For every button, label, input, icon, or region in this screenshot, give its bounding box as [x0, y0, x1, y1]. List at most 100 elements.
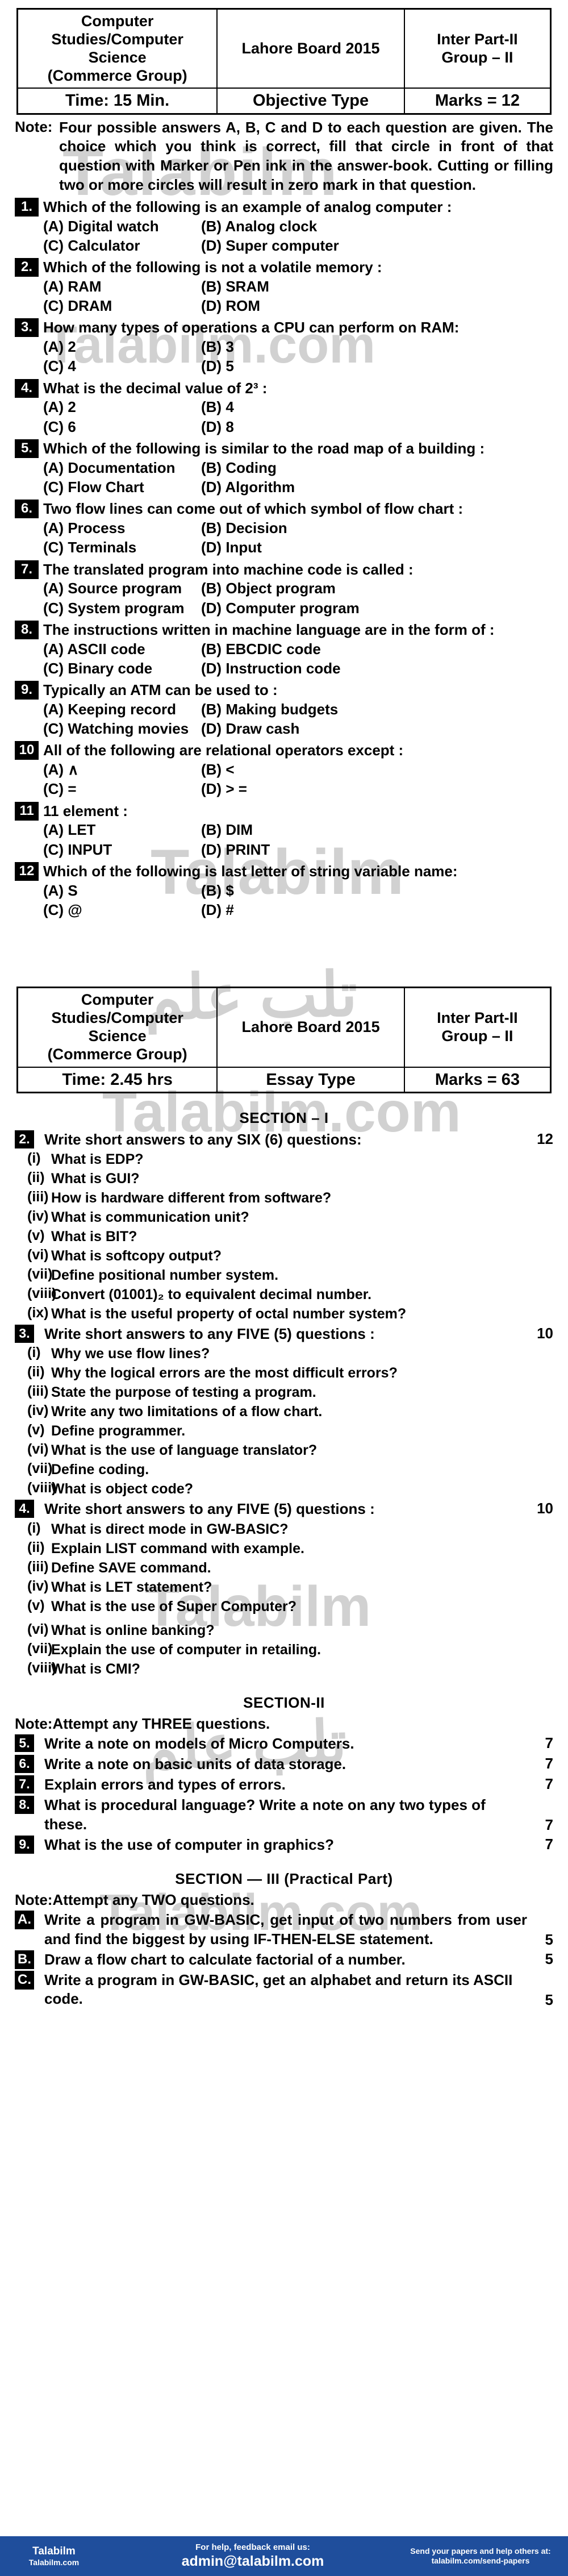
question-number: 2. — [15, 258, 39, 277]
mcq-item: 6. Two flow lines can come out of which … — [15, 500, 553, 557]
option-d[interactable]: (D) Computer program — [201, 599, 553, 618]
option-b[interactable]: (B) EBCDIC code — [201, 640, 553, 659]
option-c[interactable]: (C) Binary code — [43, 659, 201, 678]
option-a[interactable]: (A) LET — [43, 821, 201, 839]
option-b[interactable]: (B) 4 — [201, 398, 553, 417]
section-3-note: Note: Attempt any TWO questions. — [15, 1891, 553, 1909]
question-text: Write a program in GW-BASIC, get an alph… — [44, 1971, 513, 2008]
sub-text: What is GUI? — [51, 1171, 140, 1187]
sub-question: (vii) Define coding. — [15, 1460, 553, 1479]
option-a[interactable]: (A) Digital watch — [43, 217, 201, 236]
section-1-heading: SECTION – I — [239, 1109, 329, 1126]
option-a[interactable]: (A) Source program — [43, 579, 201, 598]
question-marks: 10 — [537, 1500, 553, 1517]
sub-roman: (iv) — [27, 1578, 49, 1594]
option-b[interactable]: (B) Decision — [201, 519, 553, 538]
option-b[interactable]: (B) Analog clock — [201, 217, 553, 236]
question-text: The instructions written in machine lang… — [43, 621, 495, 638]
option-b[interactable]: (B) $ — [201, 881, 553, 900]
option-d[interactable]: (D) Algorithm — [201, 478, 553, 497]
option-b[interactable]: (B) < — [201, 760, 553, 779]
option-c[interactable]: (C) Flow Chart — [43, 478, 201, 497]
option-c[interactable]: (C) Terminals — [43, 538, 201, 557]
option-c[interactable]: (C) Calculator — [43, 236, 201, 255]
option-c[interactable]: (C) DRAM — [43, 297, 201, 315]
option-a[interactable]: (A) Documentation — [43, 459, 201, 477]
sub-roman: (ix) — [27, 1305, 49, 1321]
option-a[interactable]: (A) Process — [43, 519, 201, 538]
option-b[interactable]: (B) Making budgets — [201, 700, 553, 719]
option-b[interactable]: (B) DIM — [201, 821, 553, 839]
question-number: 10 — [15, 741, 39, 760]
sub-question: (ii) Why the logical errors are the most … — [15, 1364, 553, 1382]
sub-text: How is hardware different from software? — [51, 1190, 332, 1206]
option-a[interactable]: (A) RAM — [43, 277, 201, 296]
option-b[interactable]: (B) SRAM — [201, 277, 553, 296]
option-d[interactable]: (D) ROM — [201, 297, 553, 315]
sub-roman: (i) — [27, 1345, 41, 1361]
question-number: 5. — [15, 439, 39, 458]
footer-url[interactable]: Talabilm.com — [0, 2558, 108, 2567]
option-c[interactable]: (C) = — [43, 780, 201, 798]
option-d[interactable]: (D) Instruction code — [201, 659, 553, 678]
option-d[interactable]: (D) Super computer — [201, 236, 553, 255]
question-number: 1. — [15, 197, 39, 217]
paper-type-cell: Essay Type — [216, 1066, 405, 1093]
option-c[interactable]: (C) 4 — [43, 357, 201, 376]
note-text: Attempt any TWO questions. — [52, 1891, 254, 1909]
option-d[interactable]: (D) # — [201, 901, 553, 919]
mcq-item: 1. Which of the following is an example … — [15, 197, 553, 255]
option-a[interactable]: (A) ∧ — [43, 760, 201, 779]
option-d[interactable]: (D) Draw cash — [201, 719, 553, 738]
note-text: Four possible answers A, B, C and D to e… — [59, 118, 553, 194]
practical-question: C. Write a program in GW-BASIC, get an a… — [15, 1971, 553, 2009]
option-a[interactable]: (A) ASCII code — [43, 640, 201, 659]
question-number: B. — [15, 1950, 34, 1969]
note-label: Note: — [15, 1891, 53, 1909]
mcq-item: 5. Which of the following is similar to … — [15, 439, 553, 497]
sub-question: (i) What is direct mode in GW-BASIC? — [15, 1520, 553, 1538]
question-number: 11 — [15, 801, 39, 821]
sub-question: (v) What is the use of Super Computer? — [15, 1597, 553, 1616]
option-d[interactable]: (D) 8 — [201, 418, 553, 436]
sub-text: Why the logical errors are the most diff… — [51, 1365, 398, 1381]
option-a[interactable]: (A) 2 — [43, 398, 201, 417]
footer-email[interactable]: admin@talabilm.com — [108, 2553, 398, 2570]
question-text: What is the decimal value of 2³ : — [43, 379, 268, 397]
option-b[interactable]: (B) Object program — [201, 579, 553, 598]
marks-cell: Marks = 12 — [403, 88, 552, 115]
option-d[interactable]: (D) 5 — [201, 357, 553, 376]
option-d[interactable]: (D) > = — [201, 780, 553, 798]
sub-text: Define coding. — [51, 1462, 149, 1478]
option-a[interactable]: (A) S — [43, 881, 201, 900]
option-b[interactable]: (B) Coding — [201, 459, 553, 477]
option-c[interactable]: (C) @ — [43, 901, 201, 919]
question-text: How many types of operations a CPU can p… — [43, 319, 460, 336]
option-b[interactable]: (B) 3 — [201, 338, 553, 356]
option-c[interactable]: (C) 6 — [43, 418, 201, 436]
question-stem: Write short answers to any FIVE (5) ques… — [44, 1325, 375, 1343]
option-a[interactable]: (A) 2 — [43, 338, 201, 356]
option-d[interactable]: (D) Input — [201, 538, 553, 557]
paper-type-cell: Objective Type — [216, 88, 405, 115]
option-c[interactable]: (C) System program — [43, 599, 201, 618]
sub-text: Write any two limitations of a flow char… — [51, 1404, 323, 1420]
sub-text: What is LET statement? — [51, 1579, 212, 1595]
sub-text: What is object code? — [51, 1481, 194, 1497]
sub-question: (vi) What is the use of language translat… — [15, 1441, 553, 1459]
footer-papers-link[interactable]: talabilm.com/send-papers — [398, 2556, 563, 2566]
option-c[interactable]: (C) Watching movies — [43, 719, 201, 738]
sub-question: (v) What is BIT? — [15, 1227, 553, 1246]
objective-paper-header-table: Computer Studies/Computer Science (Comme… — [16, 8, 552, 115]
question-marks: 7 — [545, 1816, 553, 1833]
group-line-1: Inter Part-II — [437, 30, 518, 48]
question-text: All of the following are relational oper… — [43, 742, 404, 759]
sub-text: What is EDP? — [51, 1151, 144, 1168]
sub-text: What is the useful property of octal num… — [51, 1306, 407, 1322]
question-number: 5. — [15, 1734, 34, 1753]
sub-text: Define SAVE command. — [51, 1559, 211, 1576]
sub-roman: (viii) — [27, 1480, 57, 1496]
option-d[interactable]: (D) PRINT — [201, 840, 553, 859]
option-c[interactable]: (C) INPUT — [43, 840, 201, 859]
option-a[interactable]: (A) Keeping record — [43, 700, 201, 719]
